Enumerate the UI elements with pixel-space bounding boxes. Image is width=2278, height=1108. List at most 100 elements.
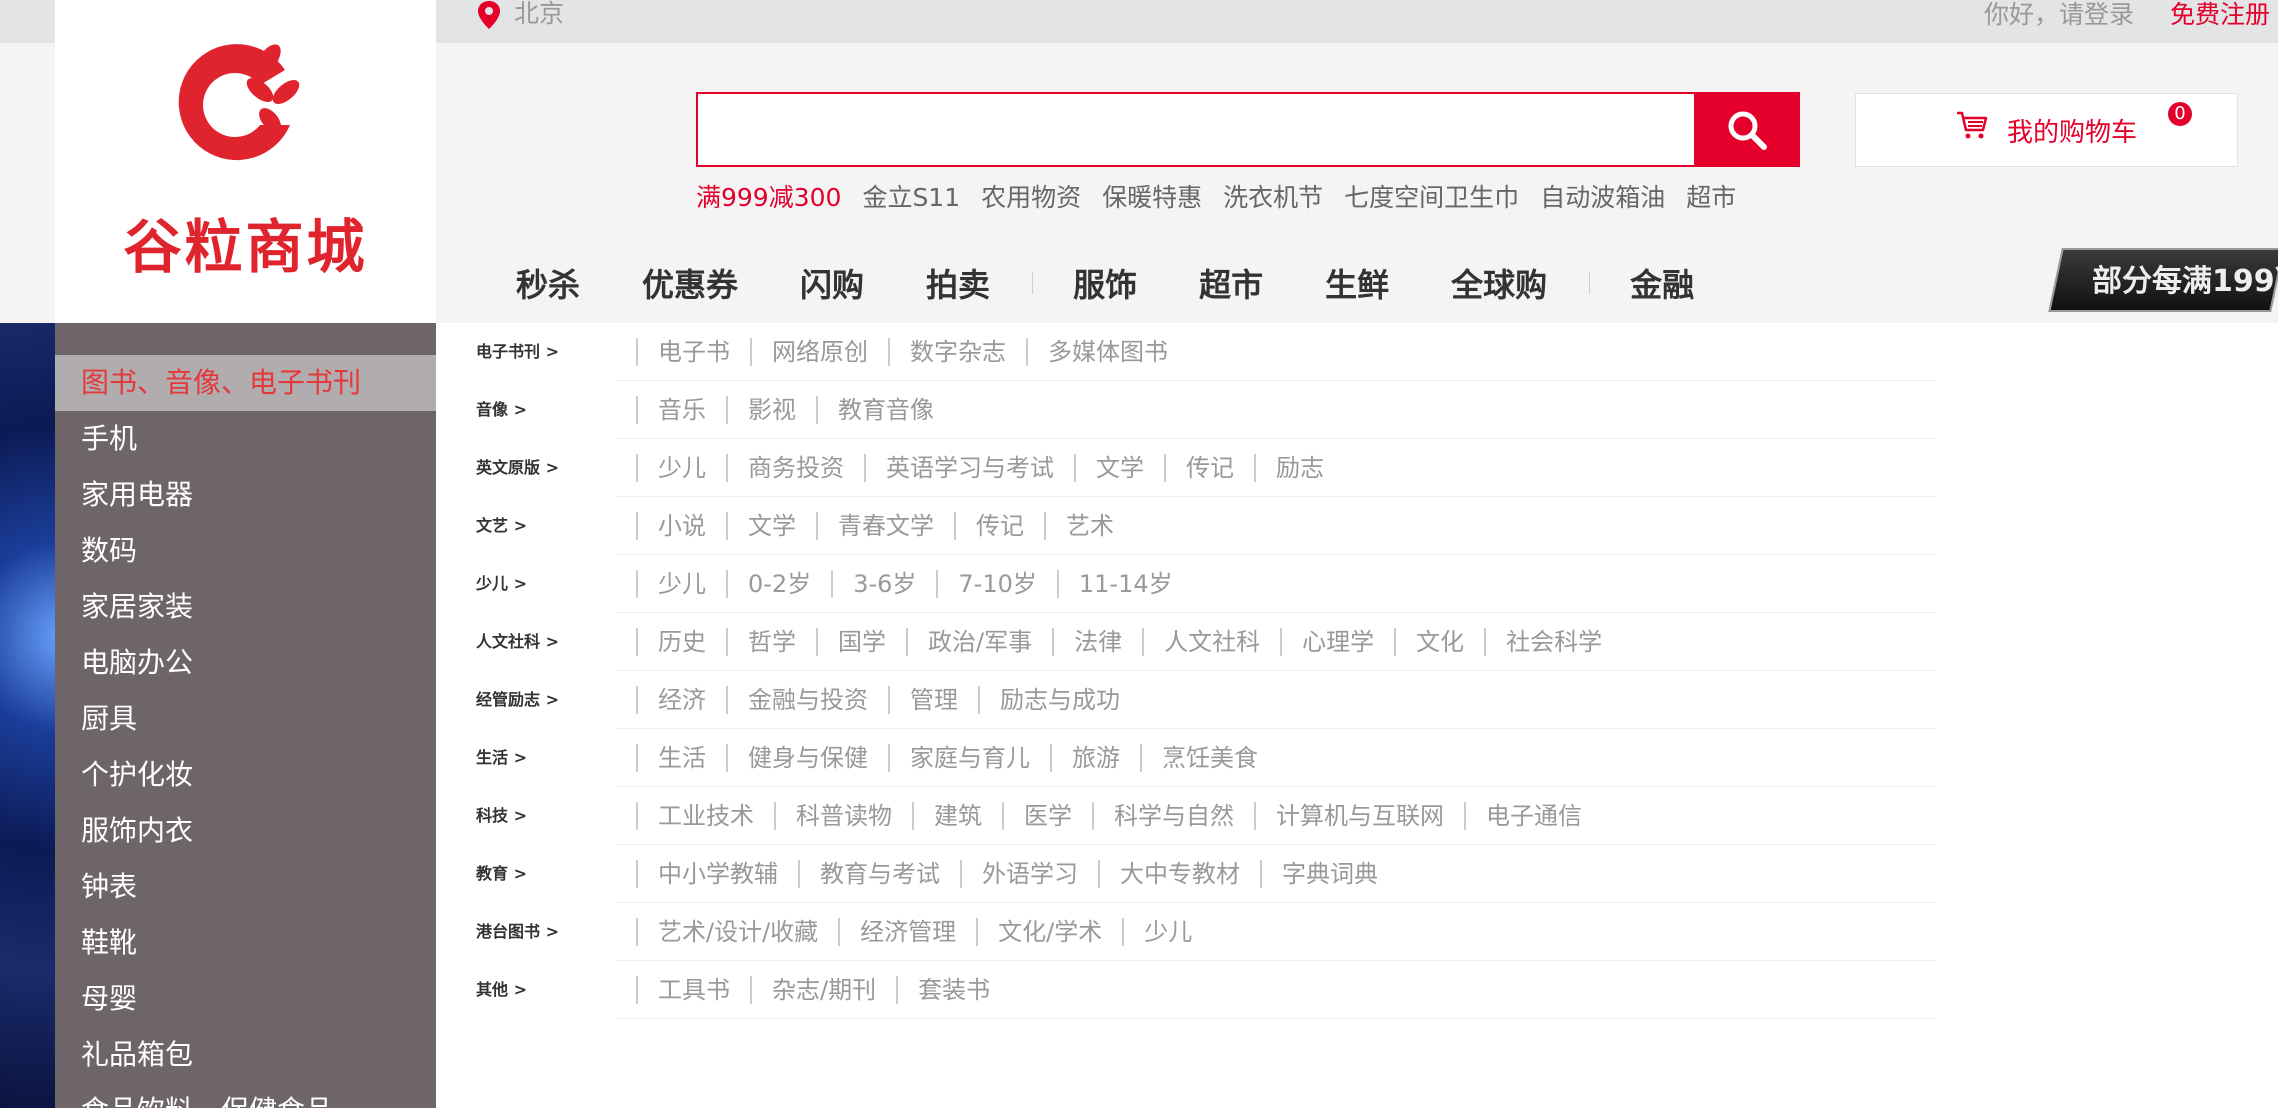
- nav-item[interactable]: 全球购: [1451, 260, 1547, 306]
- subcategory-link[interactable]: 励志: [1254, 454, 1344, 482]
- subcategory-link[interactable]: 科普读物: [774, 802, 912, 830]
- nav-item[interactable]: 超市: [1199, 260, 1263, 306]
- subcategory-title[interactable]: 港台图书 >: [476, 903, 559, 961]
- category-item[interactable]: 母婴: [55, 971, 436, 1027]
- subcategory-title[interactable]: 科技 >: [476, 787, 527, 845]
- category-item[interactable]: 食品饮料、保健食品: [55, 1083, 436, 1108]
- subcategory-link[interactable]: 数字杂志: [888, 338, 1026, 366]
- subcategory-link[interactable]: 杂志/期刊: [750, 976, 896, 1004]
- subcategory-link[interactable]: 传记: [1164, 454, 1254, 482]
- subcategory-link[interactable]: 商务投资: [726, 454, 864, 482]
- nav-item[interactable]: 秒杀: [516, 260, 580, 306]
- subcategory-link[interactable]: 经济管理: [838, 918, 976, 946]
- subcategory-link[interactable]: 心理学: [1280, 628, 1394, 656]
- category-item[interactable]: 数码: [55, 523, 436, 579]
- subcategory-link[interactable]: 计算机与互联网: [1254, 802, 1464, 830]
- subcategory-link[interactable]: 影视: [726, 396, 816, 424]
- category-item[interactable]: 家居家装: [55, 579, 436, 635]
- subcategory-link[interactable]: 烹饪美食: [1140, 744, 1278, 772]
- category-item[interactable]: 厨具: [55, 691, 436, 747]
- logo-text[interactable]: 谷粒商城: [55, 200, 436, 284]
- subcategory-link[interactable]: 哲学: [726, 628, 816, 656]
- category-item[interactable]: 个护化妆: [55, 747, 436, 803]
- nav-item[interactable]: 拍卖: [926, 260, 990, 306]
- cart-button[interactable]: 我的购物车 0: [1855, 93, 2238, 167]
- subcategory-link[interactable]: 艺术: [1044, 512, 1134, 540]
- subcategory-link[interactable]: 字典词典: [1260, 860, 1398, 888]
- nav-item[interactable]: 生鲜: [1325, 260, 1389, 306]
- search-input[interactable]: [698, 94, 1694, 165]
- hot-word-link[interactable]: 七度空间卫生巾: [1344, 178, 1519, 214]
- subcategory-link[interactable]: 生活: [636, 744, 726, 772]
- category-item[interactable]: 手机: [55, 411, 436, 467]
- subcategory-title[interactable]: 少儿 >: [476, 555, 527, 613]
- subcategory-title[interactable]: 音像 >: [476, 381, 527, 439]
- subcategory-link[interactable]: 教育与考试: [798, 860, 960, 888]
- subcategory-link[interactable]: 经济: [636, 686, 726, 714]
- category-item[interactable]: 礼品箱包: [55, 1027, 436, 1083]
- subcategory-title[interactable]: 经管励志 >: [476, 671, 559, 729]
- subcategory-link[interactable]: 11-14岁: [1056, 570, 1193, 598]
- subcategory-link[interactable]: 医学: [1002, 802, 1092, 830]
- subcategory-link[interactable]: 电子书: [636, 338, 750, 366]
- subcategory-link[interactable]: 文学: [726, 512, 816, 540]
- nav-item[interactable]: 优惠券: [642, 260, 738, 306]
- subcategory-title[interactable]: 英文原版 >: [476, 439, 559, 497]
- subcategory-title[interactable]: 其他 >: [476, 961, 527, 1019]
- subcategory-link[interactable]: 0-2岁: [726, 570, 831, 598]
- subcategory-link[interactable]: 7-10岁: [936, 570, 1056, 598]
- register-link[interactable]: 免费注册: [2170, 0, 2270, 32]
- subcategory-link[interactable]: 套装书: [896, 976, 1010, 1004]
- subcategory-link[interactable]: 少儿: [1122, 918, 1212, 946]
- subcategory-link[interactable]: 外语学习: [960, 860, 1098, 888]
- subcategory-link[interactable]: 中小学教辅: [636, 860, 798, 888]
- location-text[interactable]: 北京: [514, 0, 564, 30]
- nav-item[interactable]: 金融: [1630, 260, 1694, 306]
- hot-word-link[interactable]: 洗衣机节: [1223, 178, 1323, 214]
- subcategory-link[interactable]: 大中专教材: [1098, 860, 1260, 888]
- subcategory-link[interactable]: 管理: [888, 686, 978, 714]
- subcategory-link[interactable]: 传记: [954, 512, 1044, 540]
- subcategory-title[interactable]: 人文社科 >: [476, 613, 559, 671]
- category-item[interactable]: 家用电器: [55, 467, 436, 523]
- subcategory-link[interactable]: 政治/军事: [906, 628, 1052, 656]
- login-link[interactable]: 你好，请登录: [1984, 0, 2134, 32]
- subcategory-link[interactable]: 3-6岁: [831, 570, 936, 598]
- category-item[interactable]: 图书、音像、电子书刊: [55, 355, 436, 411]
- subcategory-link[interactable]: 电子通信: [1464, 802, 1602, 830]
- subcategory-link[interactable]: 法律: [1052, 628, 1142, 656]
- subcategory-link[interactable]: 社会科学: [1484, 628, 1622, 656]
- hot-word-link[interactable]: 保暖特惠: [1102, 178, 1202, 214]
- subcategory-link[interactable]: 人文社科: [1142, 628, 1280, 656]
- subcategory-link[interactable]: 少儿: [636, 454, 726, 482]
- category-item[interactable]: 服饰内衣: [55, 803, 436, 859]
- subcategory-link[interactable]: 文化/学术: [976, 918, 1122, 946]
- subcategory-link[interactable]: 健身与保健: [726, 744, 888, 772]
- nav-item[interactable]: 服饰: [1073, 260, 1137, 306]
- subcategory-title[interactable]: 生活 >: [476, 729, 527, 787]
- hot-word-link[interactable]: 自动波箱油: [1540, 178, 1665, 214]
- subcategory-link[interactable]: 教育音像: [816, 396, 954, 424]
- subcategory-link[interactable]: 文学: [1074, 454, 1164, 482]
- hot-word-link[interactable]: 超市: [1686, 178, 1736, 214]
- search-button[interactable]: [1694, 92, 1800, 167]
- subcategory-link[interactable]: 励志与成功: [978, 686, 1140, 714]
- subcategory-link[interactable]: 历史: [636, 628, 726, 656]
- subcategory-link[interactable]: 少儿: [636, 570, 726, 598]
- subcategory-link[interactable]: 国学: [816, 628, 906, 656]
- subcategory-link[interactable]: 工业技术: [636, 802, 774, 830]
- nav-item[interactable]: 闪购: [800, 260, 864, 306]
- hot-word-link[interactable]: 农用物资: [981, 178, 1081, 214]
- subcategory-link[interactable]: 多媒体图书: [1026, 338, 1188, 366]
- subcategory-link[interactable]: 音乐: [636, 396, 726, 424]
- subcategory-link[interactable]: 网络原创: [750, 338, 888, 366]
- subcategory-link[interactable]: 旅游: [1050, 744, 1140, 772]
- subcategory-title[interactable]: 电子书刊 >: [476, 323, 559, 381]
- subcategory-link[interactable]: 文化: [1394, 628, 1484, 656]
- subcategory-link[interactable]: 青春文学: [816, 512, 954, 540]
- hot-word-link[interactable]: 金立S11: [862, 178, 960, 214]
- subcategory-link[interactable]: 家庭与育儿: [888, 744, 1050, 772]
- subcategory-title[interactable]: 文艺 >: [476, 497, 527, 555]
- category-item[interactable]: 电脑办公: [55, 635, 436, 691]
- subcategory-link[interactable]: 艺术/设计/收藏: [636, 918, 838, 946]
